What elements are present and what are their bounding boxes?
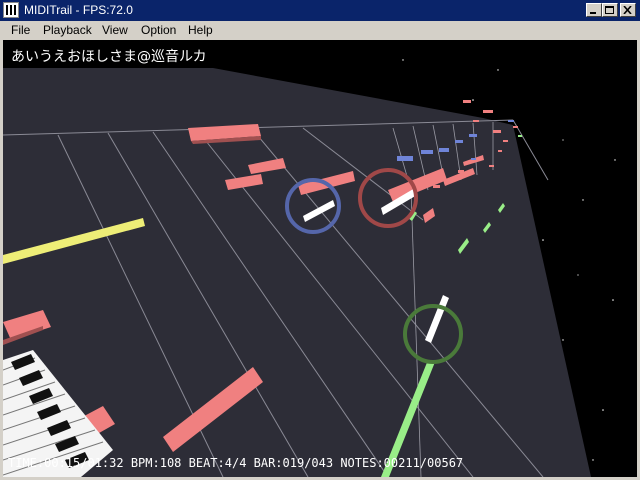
- menu-view[interactable]: View: [99, 23, 131, 37]
- close-button[interactable]: [620, 3, 636, 17]
- playback-status: TIME:00:15/01:32 BPM:108 BEAT:4/4 BAR:01…: [8, 456, 464, 470]
- miditrail-keyboard-icon: [3, 2, 19, 18]
- minimize-icon: [590, 12, 596, 14]
- menu-help[interactable]: Help: [185, 23, 216, 37]
- maximize-button[interactable]: [602, 3, 618, 17]
- menu-bar: File Playback View Option Help: [0, 21, 640, 40]
- song-title: あいうえおほしさま@巡音ルカ: [11, 49, 207, 65]
- menu-option[interactable]: Option: [138, 23, 179, 37]
- note-visualization: [3, 59, 616, 477]
- visualizer-viewport[interactable]: あいうえおほしさま@巡音ルカ TIME:00:15/01:32 BPM:108 …: [3, 40, 637, 477]
- menu-file[interactable]: File: [8, 23, 33, 37]
- window-title: MIDITrail - FPS:72.0: [24, 3, 133, 17]
- miditrail-window: MIDITrail - FPS:72.0 File Playback View …: [0, 0, 640, 480]
- menu-playback[interactable]: Playback: [40, 23, 95, 37]
- close-icon: [623, 6, 632, 14]
- maximize-icon: [605, 6, 614, 14]
- title-bar[interactable]: MIDITrail - FPS:72.0: [0, 0, 640, 21]
- minimize-button[interactable]: [586, 3, 602, 17]
